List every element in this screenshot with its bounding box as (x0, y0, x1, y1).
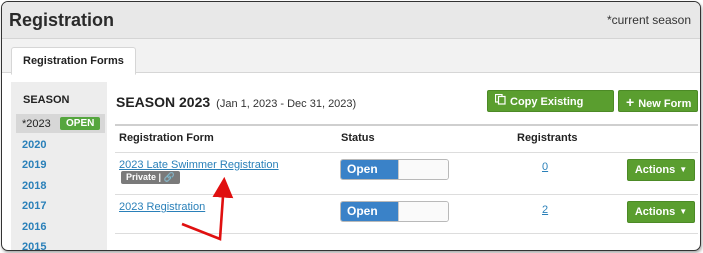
annotation-arrow (181, 176, 234, 241)
registration-panel: Registration *current season Registratio… (1, 1, 701, 251)
annotation-arrows (181, 176, 234, 241)
